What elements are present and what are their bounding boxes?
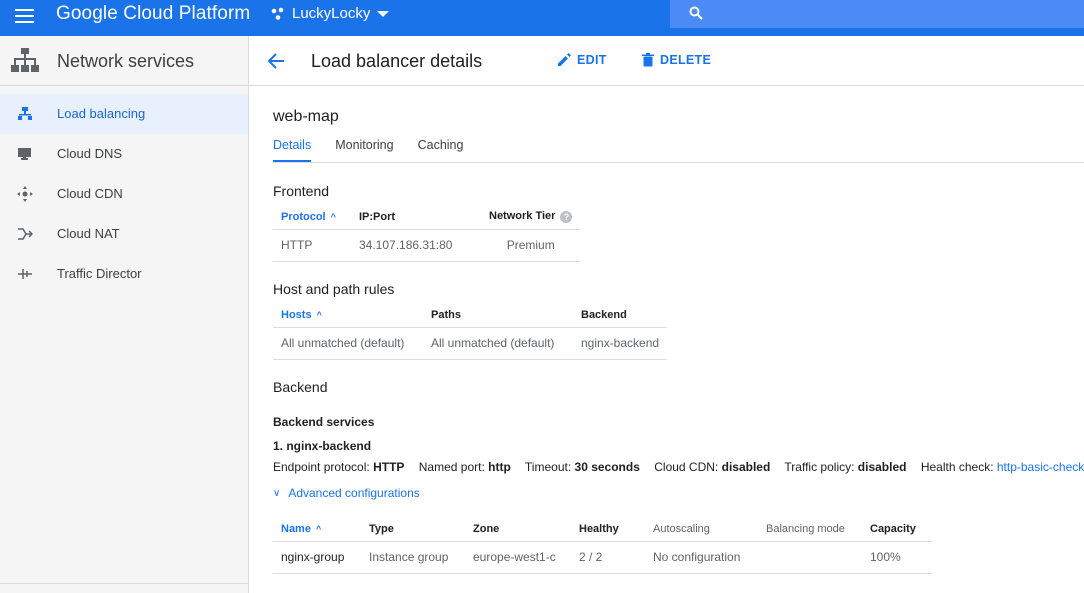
- cell-name: nginx-group: [273, 541, 361, 574]
- cell-balancing-mode: [758, 541, 862, 574]
- sort-up-icon: ^: [315, 523, 322, 534]
- col-zone: Zone: [465, 517, 571, 542]
- cell-paths: All unmatched (default): [423, 327, 573, 360]
- pencil-icon: [558, 53, 571, 66]
- tab-bar: Details Monitoring Caching: [273, 138, 487, 162]
- health-check-link[interactable]: http-basic-check: [997, 460, 1084, 474]
- prop-named-port: Named port: http: [418, 460, 511, 474]
- cell-ip-port: 34.107.186.31:80: [351, 229, 481, 262]
- sidebar-item-label: Load balancing: [57, 106, 146, 121]
- back-arrow-icon[interactable]: [267, 52, 285, 70]
- sidebar-item-cloud-cdn[interactable]: Cloud CDN: [0, 174, 248, 214]
- instance-groups-table: Name ^ Type Zone Healthy Autoscaling Bala…: [273, 517, 932, 574]
- tab-caching[interactable]: Caching: [418, 138, 464, 162]
- page-header: Load balancer details EDIT DELETE: [249, 36, 1084, 86]
- col-healthy: Healthy: [571, 517, 645, 542]
- sidebar-item-traffic-director[interactable]: Traffic Director: [0, 254, 248, 294]
- main-content: Load balancer details EDIT DELETE web-ma…: [249, 36, 1084, 593]
- prop-endpoint-protocol: Endpoint protocol: HTTP: [273, 460, 405, 474]
- product-title[interactable]: Google Cloud Platform: [56, 3, 250, 25]
- cloud-dns-icon: [18, 148, 31, 160]
- sidebar-title: Network services: [57, 51, 195, 71]
- frontend-title: Frontend: [273, 183, 330, 199]
- prop-cloud-cdn: Cloud CDN: disabled: [654, 460, 771, 474]
- project-selector[interactable]: LuckyLocky: [270, 5, 390, 22]
- trash-icon: [642, 53, 654, 67]
- col-network-tier: Network Tier?: [481, 205, 581, 230]
- prop-health-check: Health check: http-basic-check: [920, 460, 1084, 474]
- frontend-table: Protocol ^ IP:Port Network Tier? HTTP 34.…: [273, 205, 581, 262]
- sidebar-item-cloud-dns[interactable]: Cloud DNS: [0, 134, 248, 174]
- col-ip-port: IP:Port: [351, 205, 481, 230]
- edit-button[interactable]: EDIT: [557, 53, 607, 67]
- chevron-down-icon: ∨: [273, 487, 281, 499]
- col-autoscaling: Autoscaling: [645, 517, 758, 542]
- col-name[interactable]: Name ^: [273, 517, 361, 542]
- cloud-cdn-icon: [17, 186, 33, 202]
- sidebar-item-label: Cloud DNS: [57, 146, 123, 161]
- page-title: Load balancer details: [311, 51, 483, 71]
- col-protocol[interactable]: Protocol ^: [273, 205, 351, 230]
- sidebar-item-label: Cloud NAT: [57, 226, 120, 241]
- cell-hosts: All unmatched (default): [273, 327, 423, 360]
- sidebar-footer-divider: [0, 583, 248, 593]
- tab-divider: [273, 162, 1084, 163]
- col-hosts[interactable]: Hosts ^: [273, 303, 423, 328]
- sort-up-icon: ^: [316, 309, 322, 320]
- table-row: HTTP 34.107.186.31:80 Premium: [273, 229, 581, 262]
- advanced-configurations-toggle[interactable]: ∨ Advanced configurations: [273, 486, 420, 500]
- search-icon: [689, 6, 703, 20]
- delete-label: DELETE: [660, 53, 712, 67]
- backend-service-name: 1. nginx-backend: [273, 439, 372, 453]
- traffic-director-icon: [18, 269, 32, 279]
- backend-properties: Endpoint protocol: HTTP Named port: http…: [273, 460, 1084, 474]
- table-row: All unmatched (default) All unmatched (d…: [273, 327, 668, 360]
- load-balancing-icon: [18, 107, 32, 120]
- network-services-icon: [11, 48, 39, 72]
- col-capacity: Capacity: [862, 517, 932, 542]
- advanced-configurations-label: Advanced configurations: [288, 486, 420, 500]
- cell-healthy: 2 / 2: [571, 541, 645, 574]
- col-type: Type: [361, 517, 465, 542]
- help-icon[interactable]: ?: [560, 211, 573, 224]
- search-bar[interactable]: [670, 0, 1084, 28]
- backend-title: Backend: [273, 379, 328, 395]
- cell-backend: nginx-backend: [573, 327, 668, 360]
- cell-zone: europe-west1-c: [465, 541, 571, 574]
- edit-label: EDIT: [577, 53, 607, 67]
- search-input[interactable]: [714, 4, 1074, 24]
- cell-type: Instance group: [361, 541, 465, 574]
- project-dots-icon: [271, 7, 284, 20]
- backend-services-title: Backend services: [273, 415, 375, 429]
- sidebar-header: Network services: [0, 36, 248, 86]
- caret-down-icon: [377, 10, 390, 17]
- sidebar: Network services Load balancing Cloud DN…: [0, 36, 249, 593]
- sidebar-item-cloud-nat[interactable]: Cloud NAT: [0, 214, 248, 254]
- tab-monitoring[interactable]: Monitoring: [335, 138, 393, 162]
- prop-timeout: Timeout: 30 seconds: [524, 460, 640, 474]
- cell-protocol: HTTP: [273, 229, 351, 262]
- delete-button[interactable]: DELETE: [642, 53, 711, 67]
- col-backend: Backend: [573, 303, 668, 328]
- cloud-nat-icon: [18, 228, 33, 240]
- prop-traffic-policy: Traffic policy: disabled: [784, 460, 907, 474]
- load-balancer-name: web-map: [273, 108, 339, 125]
- top-app-bar: Google Cloud Platform LuckyLocky: [0, 0, 1084, 36]
- cell-network-tier: Premium: [481, 229, 581, 262]
- cell-capacity: 100%: [862, 541, 932, 574]
- cell-autoscaling: No configuration: [645, 541, 758, 574]
- tab-details[interactable]: Details: [273, 138, 312, 162]
- sort-up-icon: ^: [330, 211, 336, 222]
- sidebar-item-load-balancing[interactable]: Load balancing: [0, 94, 248, 134]
- host-path-table: Hosts ^ Paths Backend All unmatched (defa…: [273, 303, 668, 360]
- project-name: LuckyLocky: [292, 5, 371, 22]
- sidebar-item-label: Traffic Director: [57, 266, 142, 281]
- col-paths: Paths: [423, 303, 573, 328]
- host-path-title: Host and path rules: [273, 281, 395, 297]
- col-balancing-mode: Balancing mode: [758, 517, 862, 542]
- menu-icon[interactable]: [15, 6, 35, 26]
- sidebar-item-label: Cloud CDN: [57, 186, 123, 201]
- table-row: nginx-group Instance group europe-west1-…: [273, 541, 932, 574]
